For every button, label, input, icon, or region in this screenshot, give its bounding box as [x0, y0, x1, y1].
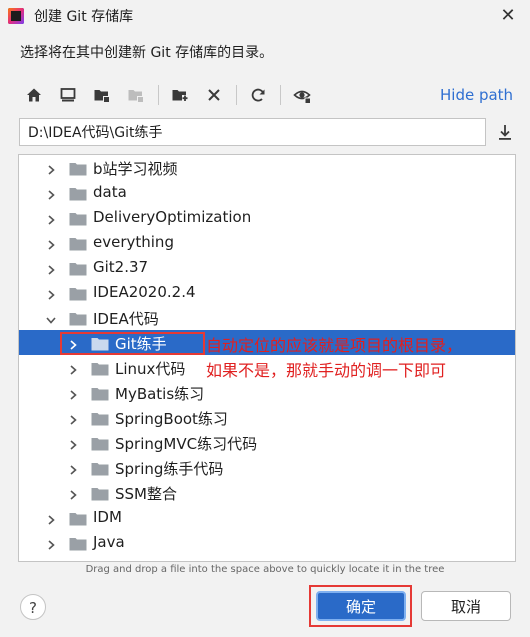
tree-row-label: IDEA2020.2.4: [93, 283, 196, 301]
tree-row-label: SpringBoot练习: [115, 410, 228, 428]
hide-path-link[interactable]: Hide path: [440, 86, 513, 104]
folder-icon: [69, 211, 87, 226]
folder-icon: [91, 411, 109, 426]
path-field[interactable]: [19, 118, 486, 146]
tree-row-label: everything: [93, 233, 174, 251]
folder-icon: [91, 486, 109, 501]
tree-row[interactable]: IDM: [19, 505, 515, 530]
chevron-right-icon[interactable]: [45, 536, 57, 550]
module-folder-icon: [124, 83, 148, 107]
tree-row-label: DeliveryOptimization: [93, 208, 252, 226]
highlight-box: [60, 332, 205, 355]
folder-icon: [69, 286, 87, 301]
folder-icon: [69, 161, 87, 176]
tree-row[interactable]: Git2.37: [19, 255, 515, 280]
folder-icon: [69, 236, 87, 251]
chevron-right-icon[interactable]: [45, 236, 57, 250]
new-folder-icon[interactable]: [168, 83, 192, 107]
tree-row-label: Java: [93, 533, 125, 551]
tree-row[interactable]: IDEA代码: [19, 305, 515, 330]
tree-row-label: Spring练手代码: [115, 460, 224, 478]
chevron-right-icon[interactable]: [45, 211, 57, 225]
tree-row[interactable]: SpringMVC练习代码: [19, 430, 515, 455]
annotation-note: 自动定位的应该就是项目的根目录， 如果不是，那就手动的调一下即可: [206, 333, 462, 383]
chevron-right-icon[interactable]: [67, 386, 79, 400]
tree-row-label: Linux代码: [115, 360, 186, 378]
ok-button[interactable]: 确定: [316, 591, 406, 621]
toolbar-separator: [236, 85, 237, 105]
folder-icon: [91, 386, 109, 401]
chevron-right-icon[interactable]: [45, 161, 57, 175]
folder-icon: [91, 361, 109, 376]
chevron-right-icon[interactable]: [45, 261, 57, 275]
tree-row[interactable]: DeliveryOptimization: [19, 205, 515, 230]
delete-icon[interactable]: [202, 83, 226, 107]
path-input[interactable]: [20, 119, 468, 145]
dialog-description: 选择将在其中创建新 Git 存储库的目录。: [20, 45, 274, 61]
folder-icon: [91, 461, 109, 476]
chevron-right-icon[interactable]: [45, 286, 57, 300]
download-icon[interactable]: [495, 122, 515, 142]
chevron-right-icon[interactable]: [67, 486, 79, 500]
tree-row[interactable]: Java: [19, 530, 515, 555]
folder-icon: [69, 536, 87, 551]
tree-row-label: Git2.37: [93, 258, 149, 276]
home-icon[interactable]: [22, 83, 46, 107]
intellij-app-icon: [8, 8, 24, 24]
desktop-icon[interactable]: [56, 83, 80, 107]
tree-row[interactable]: SSM整合: [19, 480, 515, 505]
chevron-right-icon[interactable]: [67, 411, 79, 425]
refresh-icon[interactable]: [246, 83, 270, 107]
chevron-right-icon[interactable]: [67, 461, 79, 475]
chevron-right-icon[interactable]: [45, 186, 57, 200]
folder-icon: [69, 261, 87, 276]
title-bar: 创建 Git 存储库 ✕: [0, 0, 530, 34]
tree-row[interactable]: Spring练手代码: [19, 455, 515, 480]
tree-row[interactable]: IDEA2020.2.4: [19, 280, 515, 305]
chevron-right-icon[interactable]: [45, 511, 57, 525]
tree-row-label: data: [93, 183, 127, 201]
tree-row[interactable]: SpringBoot练习: [19, 405, 515, 430]
chevron-down-icon[interactable]: [45, 311, 57, 324]
tree-row[interactable]: MyBatis练习: [19, 380, 515, 405]
tree-row-label: SSM整合: [115, 485, 177, 503]
folder-icon: [69, 311, 87, 326]
help-button[interactable]: ?: [20, 594, 46, 620]
folder-icon: [69, 186, 87, 201]
tree-row-label: IDEA代码: [93, 310, 159, 328]
window-title: 创建 Git 存储库: [34, 9, 134, 25]
chevron-right-icon[interactable]: [67, 361, 79, 375]
folder-icon: [91, 436, 109, 451]
chevron-right-icon[interactable]: [67, 436, 79, 450]
show-hidden-icon[interactable]: [290, 83, 314, 107]
tree-row-label: b站学习视频: [93, 160, 178, 178]
tree-row[interactable]: data: [19, 180, 515, 205]
toolbar-separator: [280, 85, 281, 105]
tree-row-label: SpringMVC练习代码: [115, 435, 258, 453]
tree-row[interactable]: b站学习视频: [19, 155, 515, 180]
annotation-line-2: 如果不是，那就手动的调一下即可: [206, 361, 447, 380]
project-folder-icon[interactable]: [90, 83, 114, 107]
drag-drop-hint: Drag and drop a file into the space abov…: [85, 564, 445, 575]
tree-row-label: MyBatis练习: [115, 385, 205, 403]
annotation-line-1: 自动定位的应该就是项目的根目录，: [206, 336, 463, 355]
tree-row-label: IDM: [93, 508, 122, 526]
folder-icon: [69, 511, 87, 526]
cancel-button[interactable]: 取消: [421, 591, 511, 621]
close-icon[interactable]: ✕: [494, 2, 522, 30]
tree-row[interactable]: everything: [19, 230, 515, 255]
toolbar-separator: [158, 85, 159, 105]
